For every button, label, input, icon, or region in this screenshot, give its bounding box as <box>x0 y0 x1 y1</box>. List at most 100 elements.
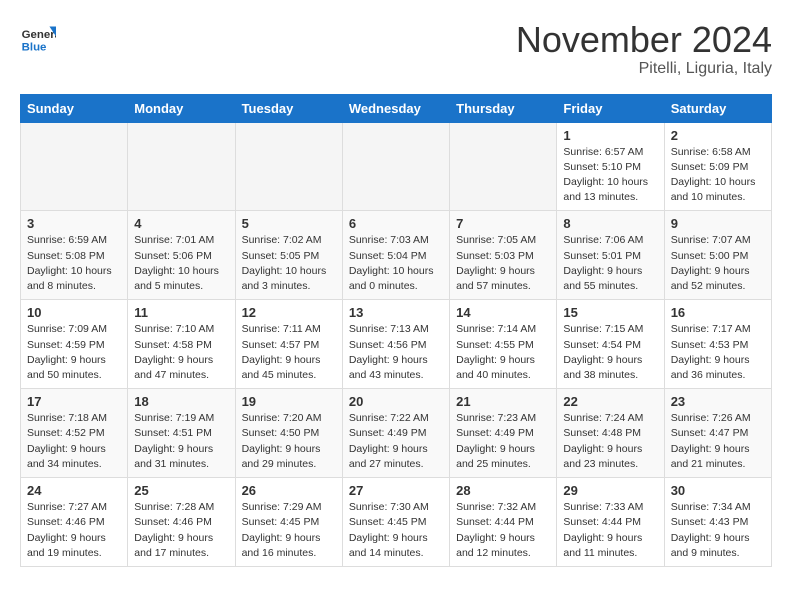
day-info: Sunrise: 7:23 AMSunset: 4:49 PMDaylight:… <box>456 411 550 472</box>
calendar-cell: 4 Sunrise: 7:01 AMSunset: 5:06 PMDaylight… <box>128 211 235 300</box>
day-info: Sunrise: 7:27 AMSunset: 4:46 PMDaylight:… <box>27 500 121 561</box>
day-info: Sunrise: 7:01 AMSunset: 5:06 PMDaylight:… <box>134 233 228 294</box>
day-info: Sunrise: 7:14 AMSunset: 4:55 PMDaylight:… <box>456 322 550 383</box>
day-info: Sunrise: 7:02 AMSunset: 5:05 PMDaylight:… <box>242 233 336 294</box>
day-info: Sunrise: 7:11 AMSunset: 4:57 PMDaylight:… <box>242 322 336 383</box>
calendar-cell: 3 Sunrise: 6:59 AMSunset: 5:08 PMDaylight… <box>21 211 128 300</box>
day-number: 20 <box>349 394 443 409</box>
calendar-cell: 1 Sunrise: 6:57 AMSunset: 5:10 PMDaylight… <box>557 122 664 211</box>
calendar-cell: 12 Sunrise: 7:11 AMSunset: 4:57 PMDayligh… <box>235 300 342 389</box>
calendar-cell: 15 Sunrise: 7:15 AMSunset: 4:54 PMDayligh… <box>557 300 664 389</box>
calendar-cell <box>342 122 449 211</box>
day-number: 21 <box>456 394 550 409</box>
day-info: Sunrise: 7:30 AMSunset: 4:45 PMDaylight:… <box>349 500 443 561</box>
day-number: 4 <box>134 216 228 231</box>
day-number: 24 <box>27 483 121 498</box>
day-info: Sunrise: 6:57 AMSunset: 5:10 PMDaylight:… <box>563 145 657 206</box>
calendar-cell: 20 Sunrise: 7:22 AMSunset: 4:49 PMDayligh… <box>342 389 449 478</box>
svg-text:General: General <box>22 29 56 41</box>
weekday-header-saturday: Saturday <box>664 94 771 122</box>
calendar-cell: 16 Sunrise: 7:17 AMSunset: 4:53 PMDayligh… <box>664 300 771 389</box>
day-number: 15 <box>563 305 657 320</box>
day-info: Sunrise: 7:29 AMSunset: 4:45 PMDaylight:… <box>242 500 336 561</box>
day-info: Sunrise: 7:24 AMSunset: 4:48 PMDaylight:… <box>563 411 657 472</box>
calendar-week-3: 10 Sunrise: 7:09 AMSunset: 4:59 PMDayligh… <box>21 300 772 389</box>
calendar-cell: 17 Sunrise: 7:18 AMSunset: 4:52 PMDayligh… <box>21 389 128 478</box>
logo: General Blue <box>20 20 56 56</box>
day-number: 23 <box>671 394 765 409</box>
calendar-cell: 27 Sunrise: 7:30 AMSunset: 4:45 PMDayligh… <box>342 478 449 567</box>
day-info: Sunrise: 7:06 AMSunset: 5:01 PMDaylight:… <box>563 233 657 294</box>
day-info: Sunrise: 7:18 AMSunset: 4:52 PMDaylight:… <box>27 411 121 472</box>
calendar-cell <box>128 122 235 211</box>
day-info: Sunrise: 7:07 AMSunset: 5:00 PMDaylight:… <box>671 233 765 294</box>
day-number: 8 <box>563 216 657 231</box>
calendar-week-1: 1 Sunrise: 6:57 AMSunset: 5:10 PMDaylight… <box>21 122 772 211</box>
day-number: 17 <box>27 394 121 409</box>
day-info: Sunrise: 7:05 AMSunset: 5:03 PMDaylight:… <box>456 233 550 294</box>
day-number: 22 <box>563 394 657 409</box>
calendar-cell: 6Sunrise: 7:03 AMSunset: 5:04 PMDaylight… <box>342 211 449 300</box>
calendar-cell <box>21 122 128 211</box>
day-info: Sunrise: 7:34 AMSunset: 4:43 PMDaylight:… <box>671 500 765 561</box>
day-number: 27 <box>349 483 443 498</box>
weekday-header-sunday: Sunday <box>21 94 128 122</box>
day-info: Sunrise: 7:10 AMSunset: 4:58 PMDaylight:… <box>134 322 228 383</box>
weekday-header-tuesday: Tuesday <box>235 94 342 122</box>
calendar-cell: 9 Sunrise: 7:07 AMSunset: 5:00 PMDaylight… <box>664 211 771 300</box>
day-info: Sunrise: 7:26 AMSunset: 4:47 PMDaylight:… <box>671 411 765 472</box>
calendar-cell: 28 Sunrise: 7:32 AMSunset: 4:44 PMDayligh… <box>450 478 557 567</box>
day-number: 25 <box>134 483 228 498</box>
day-number: 16 <box>671 305 765 320</box>
calendar-cell: 22 Sunrise: 7:24 AMSunset: 4:48 PMDayligh… <box>557 389 664 478</box>
day-info: Sunrise: 7:33 AMSunset: 4:44 PMDaylight:… <box>563 500 657 561</box>
calendar-cell: 10 Sunrise: 7:09 AMSunset: 4:59 PMDayligh… <box>21 300 128 389</box>
day-number: 9 <box>671 216 765 231</box>
calendar-week-5: 24 Sunrise: 7:27 AMSunset: 4:46 PMDayligh… <box>21 478 772 567</box>
day-info: Sunrise: 6:58 AMSunset: 5:09 PMDaylight:… <box>671 145 765 206</box>
calendar-table: SundayMondayTuesdayWednesdayThursdayFrid… <box>20 94 772 567</box>
calendar-cell: 19 Sunrise: 7:20 AMSunset: 4:50 PMDayligh… <box>235 389 342 478</box>
day-info: Sunrise: 7:15 AMSunset: 4:54 PMDaylight:… <box>563 322 657 383</box>
calendar-cell: 26 Sunrise: 7:29 AMSunset: 4:45 PMDayligh… <box>235 478 342 567</box>
day-info: Sunrise: 7:19 AMSunset: 4:51 PMDaylight:… <box>134 411 228 472</box>
month-title: November 2024 <box>516 20 772 60</box>
day-number: 3 <box>27 216 121 231</box>
calendar-cell: 23 Sunrise: 7:26 AMSunset: 4:47 PMDayligh… <box>664 389 771 478</box>
weekday-header-friday: Friday <box>557 94 664 122</box>
day-number: 10 <box>27 305 121 320</box>
calendar-cell: 14Sunrise: 7:14 AMSunset: 4:55 PMDayligh… <box>450 300 557 389</box>
day-number: 19 <box>242 394 336 409</box>
calendar-cell: 21 Sunrise: 7:23 AMSunset: 4:49 PMDayligh… <box>450 389 557 478</box>
day-number: 29 <box>563 483 657 498</box>
day-number: 6 <box>349 216 443 231</box>
day-info: Sunrise: 6:59 AMSunset: 5:08 PMDaylight:… <box>27 233 121 294</box>
day-number: 12 <box>242 305 336 320</box>
calendar-body: 1 Sunrise: 6:57 AMSunset: 5:10 PMDaylight… <box>21 122 772 566</box>
day-number: 28 <box>456 483 550 498</box>
calendar-week-4: 17 Sunrise: 7:18 AMSunset: 4:52 PMDayligh… <box>21 389 772 478</box>
calendar-cell: 25Sunrise: 7:28 AMSunset: 4:46 PMDayligh… <box>128 478 235 567</box>
svg-text:Blue: Blue <box>22 41 47 53</box>
day-number: 2 <box>671 128 765 143</box>
calendar-cell <box>450 122 557 211</box>
calendar-week-2: 3 Sunrise: 6:59 AMSunset: 5:08 PMDaylight… <box>21 211 772 300</box>
day-number: 1 <box>563 128 657 143</box>
day-info: Sunrise: 7:17 AMSunset: 4:53 PMDaylight:… <box>671 322 765 383</box>
day-number: 5 <box>242 216 336 231</box>
page-header: General Blue November 2024 Pitelli, Ligu… <box>20 20 772 78</box>
day-number: 11 <box>134 305 228 320</box>
calendar-cell: 8 Sunrise: 7:06 AMSunset: 5:01 PMDaylight… <box>557 211 664 300</box>
day-number: 7 <box>456 216 550 231</box>
day-info: Sunrise: 7:22 AMSunset: 4:49 PMDaylight:… <box>349 411 443 472</box>
calendar-cell: 18Sunrise: 7:19 AMSunset: 4:51 PMDayligh… <box>128 389 235 478</box>
weekday-header-monday: Monday <box>128 94 235 122</box>
calendar-cell: 7 Sunrise: 7:05 AMSunset: 5:03 PMDaylight… <box>450 211 557 300</box>
day-info: Sunrise: 7:32 AMSunset: 4:44 PMDaylight:… <box>456 500 550 561</box>
day-number: 26 <box>242 483 336 498</box>
calendar-cell: 11 Sunrise: 7:10 AMSunset: 4:58 PMDayligh… <box>128 300 235 389</box>
day-info: Sunrise: 7:09 AMSunset: 4:59 PMDaylight:… <box>27 322 121 383</box>
day-info: Sunrise: 7:20 AMSunset: 4:50 PMDaylight:… <box>242 411 336 472</box>
weekday-header-thursday: Thursday <box>450 94 557 122</box>
calendar-cell: 2 Sunrise: 6:58 AMSunset: 5:09 PMDaylight… <box>664 122 771 211</box>
